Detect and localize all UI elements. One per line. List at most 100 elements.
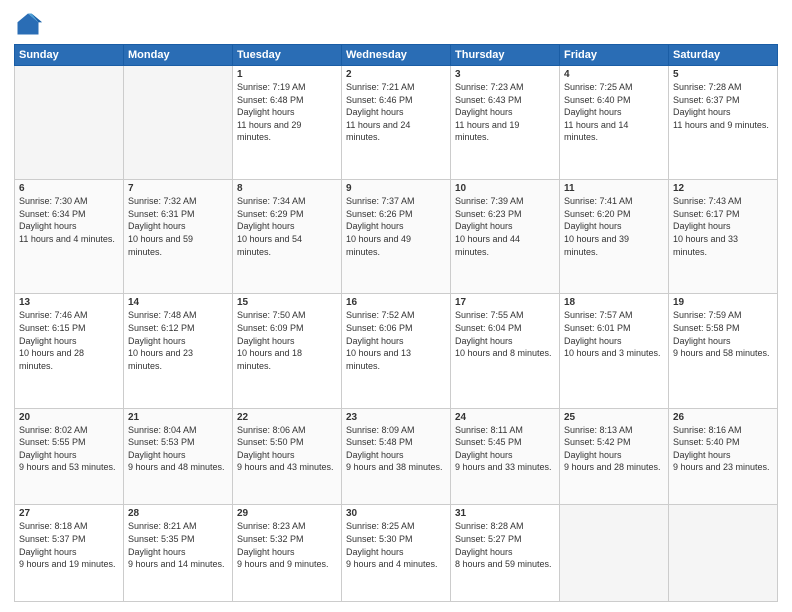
day-number: 6 — [19, 183, 119, 194]
calendar-cell: 15 Sunrise: 7:50 AMSunset: 6:09 PMDayligh… — [233, 294, 342, 408]
day-number: 3 — [455, 69, 555, 80]
day-number: 27 — [19, 508, 119, 519]
calendar-header-wednesday: Wednesday — [342, 45, 451, 66]
day-number: 7 — [128, 183, 228, 194]
calendar-week-1: 6 Sunrise: 7:30 AMSunset: 6:34 PMDaylight… — [15, 180, 778, 294]
cell-text: Sunrise: 8:02 AMSunset: 5:55 PMDaylight … — [19, 425, 116, 473]
day-number: 17 — [455, 297, 555, 308]
logo-icon — [14, 10, 42, 38]
cell-text: Sunrise: 7:28 AMSunset: 6:37 PMDaylight … — [673, 82, 769, 130]
calendar-cell: 27 Sunrise: 8:18 AMSunset: 5:37 PMDayligh… — [15, 505, 124, 602]
day-number: 30 — [346, 508, 446, 519]
cell-text: Sunrise: 8:18 AMSunset: 5:37 PMDaylight … — [19, 521, 116, 569]
day-number: 21 — [128, 412, 228, 423]
cell-text: Sunrise: 7:21 AMSunset: 6:46 PMDaylight … — [346, 82, 415, 142]
calendar-cell — [560, 505, 669, 602]
cell-text: Sunrise: 7:48 AMSunset: 6:12 PMDaylight … — [128, 310, 197, 370]
day-number: 8 — [237, 183, 337, 194]
calendar-cell: 6 Sunrise: 7:30 AMSunset: 6:34 PMDaylight… — [15, 180, 124, 294]
calendar-cell: 31 Sunrise: 8:28 AMSunset: 5:27 PMDayligh… — [451, 505, 560, 602]
day-number: 20 — [19, 412, 119, 423]
calendar-cell: 16 Sunrise: 7:52 AMSunset: 6:06 PMDayligh… — [342, 294, 451, 408]
calendar-cell — [124, 66, 233, 180]
day-number: 29 — [237, 508, 337, 519]
calendar-week-2: 13 Sunrise: 7:46 AMSunset: 6:15 PMDayligh… — [15, 294, 778, 408]
calendar-cell: 18 Sunrise: 7:57 AMSunset: 6:01 PMDayligh… — [560, 294, 669, 408]
day-number: 24 — [455, 412, 555, 423]
day-number: 26 — [673, 412, 773, 423]
calendar-cell: 11 Sunrise: 7:41 AMSunset: 6:20 PMDayligh… — [560, 180, 669, 294]
day-number: 16 — [346, 297, 446, 308]
day-number: 1 — [237, 69, 337, 80]
cell-text: Sunrise: 8:11 AMSunset: 5:45 PMDaylight … — [455, 425, 552, 473]
calendar-table: SundayMondayTuesdayWednesdayThursdayFrid… — [14, 44, 778, 602]
cell-text: Sunrise: 8:23 AMSunset: 5:32 PMDaylight … — [237, 521, 329, 569]
cell-text: Sunrise: 8:06 AMSunset: 5:50 PMDaylight … — [237, 425, 334, 473]
calendar-cell: 22Sunrise: 8:06 AMSunset: 5:50 PMDayligh… — [233, 408, 342, 505]
calendar-cell: 7Sunrise: 7:32 AMSunset: 6:31 PMDaylight… — [124, 180, 233, 294]
cell-text: Sunrise: 7:34 AMSunset: 6:29 PMDaylight … — [237, 196, 306, 256]
calendar-cell: 1Sunrise: 7:19 AMSunset: 6:48 PMDaylight… — [233, 66, 342, 180]
cell-text: Sunrise: 8:04 AMSunset: 5:53 PMDaylight … — [128, 425, 225, 473]
calendar-header-saturday: Saturday — [669, 45, 778, 66]
calendar-cell: 29 Sunrise: 8:23 AMSunset: 5:32 PMDayligh… — [233, 505, 342, 602]
cell-text: Sunrise: 7:57 AMSunset: 6:01 PMDaylight … — [564, 310, 661, 358]
cell-text: Sunrise: 7:50 AMSunset: 6:09 PMDaylight … — [237, 310, 306, 370]
cell-text: Sunrise: 7:59 AMSunset: 5:58 PMDaylight … — [673, 310, 770, 358]
calendar-header-sunday: Sunday — [15, 45, 124, 66]
calendar-week-3: 20 Sunrise: 8:02 AMSunset: 5:55 PMDayligh… — [15, 408, 778, 505]
calendar-cell: 20 Sunrise: 8:02 AMSunset: 5:55 PMDayligh… — [15, 408, 124, 505]
cell-text: Sunrise: 7:23 AMSunset: 6:43 PMDaylight … — [455, 82, 524, 142]
calendar-cell: 21 Sunrise: 8:04 AMSunset: 5:53 PMDayligh… — [124, 408, 233, 505]
calendar-cell: 13 Sunrise: 7:46 AMSunset: 6:15 PMDayligh… — [15, 294, 124, 408]
calendar-cell: 2 Sunrise: 7:21 AMSunset: 6:46 PMDaylight… — [342, 66, 451, 180]
calendar-cell: 3 Sunrise: 7:23 AMSunset: 6:43 PMDaylight… — [451, 66, 560, 180]
calendar-cell: 28 Sunrise: 8:21 AMSunset: 5:35 PMDayligh… — [124, 505, 233, 602]
cell-text: Sunrise: 7:52 AMSunset: 6:06 PMDaylight … — [346, 310, 415, 370]
cell-text: Sunrise: 8:13 AMSunset: 5:42 PMDaylight … — [564, 425, 661, 473]
cell-text: Sunrise: 8:16 AMSunset: 5:40 PMDaylight … — [673, 425, 770, 473]
day-number: 13 — [19, 297, 119, 308]
calendar-cell: 30Sunrise: 8:25 AMSunset: 5:30 PMDayligh… — [342, 505, 451, 602]
calendar-week-4: 27 Sunrise: 8:18 AMSunset: 5:37 PMDayligh… — [15, 505, 778, 602]
calendar-week-0: 1Sunrise: 7:19 AMSunset: 6:48 PMDaylight… — [15, 66, 778, 180]
calendar-cell: 24 Sunrise: 8:11 AMSunset: 5:45 PMDayligh… — [451, 408, 560, 505]
calendar-cell: 17 Sunrise: 7:55 AMSunset: 6:04 PMDayligh… — [451, 294, 560, 408]
day-number: 18 — [564, 297, 664, 308]
day-number: 19 — [673, 297, 773, 308]
calendar-cell: 26 Sunrise: 8:16 AMSunset: 5:40 PMDayligh… — [669, 408, 778, 505]
header — [14, 10, 778, 38]
calendar-cell: 14 Sunrise: 7:48 AMSunset: 6:12 PMDayligh… — [124, 294, 233, 408]
day-number: 31 — [455, 508, 555, 519]
calendar-cell — [669, 505, 778, 602]
calendar-cell — [15, 66, 124, 180]
day-number: 11 — [564, 183, 664, 194]
calendar-cell: 25Sunrise: 8:13 AMSunset: 5:42 PMDayligh… — [560, 408, 669, 505]
cell-text: Sunrise: 8:09 AMSunset: 5:48 PMDaylight … — [346, 425, 443, 473]
day-number: 2 — [346, 69, 446, 80]
day-number: 9 — [346, 183, 446, 194]
cell-text: Sunrise: 8:21 AMSunset: 5:35 PMDaylight … — [128, 521, 225, 569]
calendar-cell: 4 Sunrise: 7:25 AMSunset: 6:40 PMDaylight… — [560, 66, 669, 180]
cell-text: Sunrise: 7:25 AMSunset: 6:40 PMDaylight … — [564, 82, 633, 142]
calendar-cell: 9Sunrise: 7:37 AMSunset: 6:26 PMDaylight… — [342, 180, 451, 294]
page: SundayMondayTuesdayWednesdayThursdayFrid… — [0, 0, 792, 612]
cell-text: Sunrise: 7:55 AMSunset: 6:04 PMDaylight … — [455, 310, 552, 358]
day-number: 10 — [455, 183, 555, 194]
day-number: 4 — [564, 69, 664, 80]
calendar-header-monday: Monday — [124, 45, 233, 66]
calendar-cell: 10Sunrise: 7:39 AMSunset: 6:23 PMDayligh… — [451, 180, 560, 294]
day-number: 14 — [128, 297, 228, 308]
cell-text: Sunrise: 7:41 AMSunset: 6:20 PMDaylight … — [564, 196, 633, 256]
cell-text: Sunrise: 8:28 AMSunset: 5:27 PMDaylight … — [455, 521, 552, 569]
day-number: 15 — [237, 297, 337, 308]
day-number: 28 — [128, 508, 228, 519]
cell-text: Sunrise: 7:30 AMSunset: 6:34 PMDaylight … — [19, 196, 115, 244]
day-number: 23 — [346, 412, 446, 423]
calendar-cell: 12Sunrise: 7:43 AMSunset: 6:17 PMDayligh… — [669, 180, 778, 294]
cell-text: Sunrise: 7:46 AMSunset: 6:15 PMDaylight … — [19, 310, 88, 370]
day-number: 5 — [673, 69, 773, 80]
calendar-cell: 5 Sunrise: 7:28 AMSunset: 6:37 PMDaylight… — [669, 66, 778, 180]
calendar-header-friday: Friday — [560, 45, 669, 66]
day-number: 12 — [673, 183, 773, 194]
